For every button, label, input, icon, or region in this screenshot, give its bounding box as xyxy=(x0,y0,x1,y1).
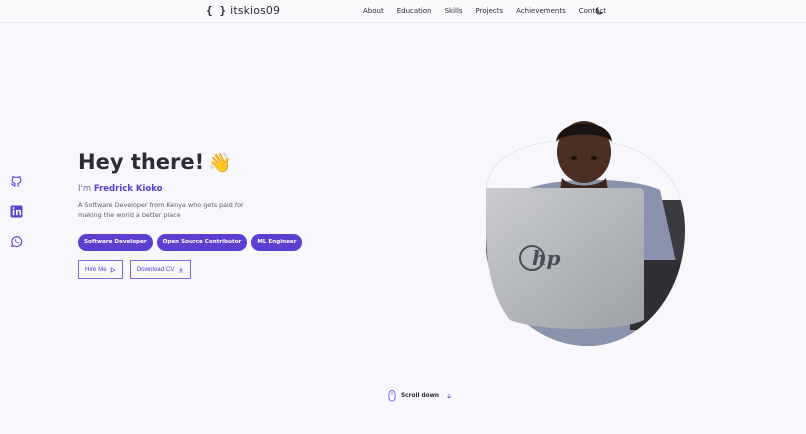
download-icon xyxy=(178,266,183,272)
arrow-down-icon xyxy=(447,393,451,399)
logo-name: itskios09 xyxy=(230,4,281,17)
site-header: { } itskios09 About Education Skills Pro… xyxy=(0,0,806,23)
nav-education[interactable]: Education xyxy=(397,7,432,15)
tag-software-developer[interactable]: Software Developer xyxy=(78,234,153,251)
site-logo[interactable]: { } itskios09 xyxy=(206,4,280,17)
moon-icon[interactable] xyxy=(594,6,604,16)
waving-hand-icon: 👋 xyxy=(208,152,232,174)
laptop-logo: hp xyxy=(532,246,561,270)
send-icon xyxy=(110,266,116,273)
nav-achievements[interactable]: Achievements xyxy=(516,7,566,15)
scroll-down-label: Scroll down xyxy=(401,393,440,399)
whatsapp-icon[interactable] xyxy=(10,235,23,248)
social-links xyxy=(10,175,24,265)
role-tags: Software Developer Open Source Contribut… xyxy=(78,234,303,251)
nav-skills[interactable]: Skills xyxy=(445,7,463,15)
cta-buttons: Hire Me Download CV xyxy=(78,260,191,279)
github-icon[interactable] xyxy=(10,175,23,188)
hire-me-button[interactable]: Hire Me xyxy=(78,260,123,279)
profile-photo: hp xyxy=(486,121,685,346)
tag-open-source-contributor[interactable]: Open Source Contributor xyxy=(156,234,248,251)
main-nav: About Education Skills Projects Achievem… xyxy=(363,7,619,15)
tag-ml-engineer[interactable]: ML Engineer xyxy=(251,234,303,251)
mouse-icon xyxy=(388,390,396,402)
hero-name: I'm Fredrick Kioko xyxy=(78,184,163,194)
hero-title-text: Hey there! xyxy=(78,150,205,174)
hire-me-label: Hire Me xyxy=(85,266,107,273)
hero-title: Hey there! 👋 xyxy=(78,150,232,174)
scroll-down-link[interactable]: Scroll down xyxy=(388,390,452,402)
download-cv-label: Download CV xyxy=(136,266,175,273)
linkedin-icon[interactable] xyxy=(10,205,23,218)
logo-braces: { } xyxy=(206,4,227,17)
nav-projects[interactable]: Projects xyxy=(476,7,504,15)
name-prefix: I'm xyxy=(78,184,92,194)
nav-about[interactable]: About xyxy=(363,7,384,15)
name-highlight: Fredrick Kioko xyxy=(93,184,163,194)
download-cv-button[interactable]: Download CV xyxy=(129,260,191,279)
hero-description: A Software Developer from Kenya who gets… xyxy=(78,201,244,219)
